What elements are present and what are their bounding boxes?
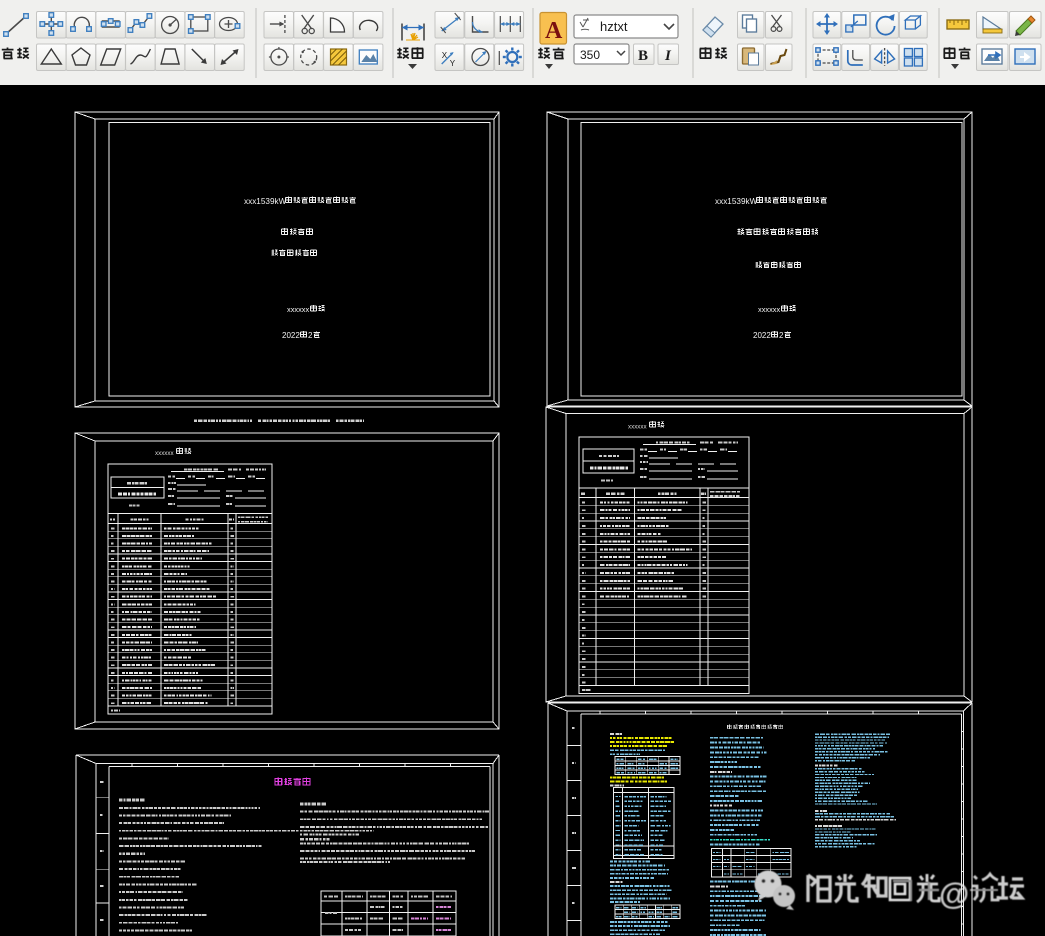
svg-text:Y: Y (450, 59, 456, 68)
svg-text:B: B (638, 48, 648, 64)
svg-text:I: I (664, 48, 672, 64)
svg-text:xxxxxx: xxxxxx (758, 305, 780, 314)
svg-text:2022: 2022 (282, 331, 300, 340)
svg-text:2: 2 (779, 331, 784, 340)
svg-text:A: A (545, 18, 563, 44)
svg-text:xxx1539kW: xxx1539kW (244, 197, 287, 206)
svg-text:2: 2 (308, 331, 313, 340)
svg-text:xxxxxx: xxxxxx (628, 424, 647, 431)
svg-text:2022: 2022 (753, 331, 771, 340)
svg-text:xxxxxx: xxxxxx (287, 305, 309, 314)
svg-text:hztxt: hztxt (600, 19, 628, 34)
svg-text:350: 350 (580, 48, 600, 62)
svg-text:@: @ (939, 876, 969, 911)
svg-text:xxxxxx: xxxxxx (155, 450, 174, 457)
svg-text:xxx1539kW: xxx1539kW (715, 197, 758, 206)
